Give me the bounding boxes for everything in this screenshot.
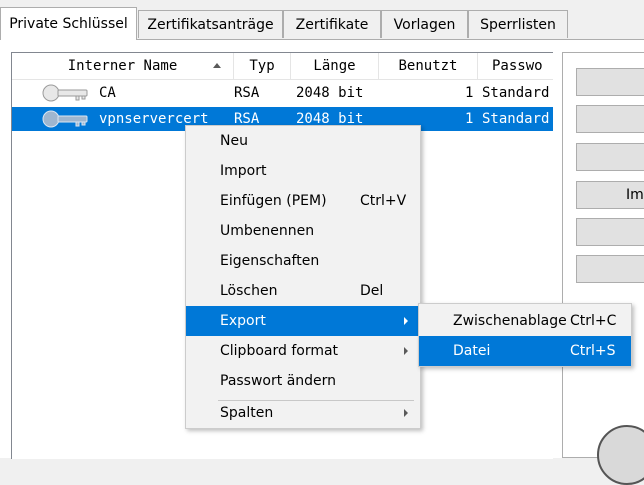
menu-item-label: Einfügen (PEM) — [220, 193, 327, 209]
column-header-label: Typ — [249, 58, 275, 74]
tab-templates[interactable]: Vorlagen — [381, 10, 468, 38]
cell-name: CA — [99, 85, 116, 101]
action-button-label: Im — [626, 187, 644, 203]
key-icon — [42, 110, 88, 128]
column-header-label: Interner Name — [67, 58, 178, 74]
column-header-length[interactable]: Länge — [291, 53, 379, 79]
import-button[interactable]: Im — [576, 181, 644, 209]
menu-item-clipboard-format[interactable]: Clipboard format — [186, 336, 420, 366]
tab-label: Vorlagen — [393, 16, 456, 33]
menu-item-label: Zwischenablage — [453, 313, 567, 329]
action-button[interactable] — [576, 218, 644, 246]
menu-item-label: Neu — [220, 133, 248, 149]
menu-item-properties[interactable]: Eigenschaften — [186, 246, 420, 276]
action-button[interactable] — [576, 143, 644, 171]
tab-bar: Private Schlüssel Zertifikatsanträge Zer… — [0, 0, 644, 40]
tab-label: Zertifikatsanträge — [147, 16, 274, 33]
tab-private-keys[interactable]: Private Schlüssel — [0, 7, 137, 40]
menu-item-label: Löschen — [220, 283, 278, 299]
key-icon — [42, 84, 88, 102]
menu-item-label: Umbenennen — [220, 223, 315, 239]
sort-ascending-icon — [213, 63, 221, 68]
menu-item-change-password[interactable]: Passwort ändern — [186, 366, 420, 396]
cell-password: Standard — [482, 85, 550, 101]
menu-item-label: Spalten — [220, 405, 274, 421]
menu-item-label: Datei — [453, 343, 491, 359]
menu-item-shortcut: Ctrl+V — [360, 193, 407, 209]
export-submenu: Zwischenablage Ctrl+C Datei Ctrl+S — [418, 303, 632, 367]
menu-item-shortcut: Del — [360, 283, 384, 299]
tab-certificates[interactable]: Zertifikate — [283, 10, 381, 38]
cell-used: 1 — [465, 85, 474, 101]
menu-item-export[interactable]: Export — [186, 306, 420, 336]
tab-label: Private Schlüssel — [9, 16, 128, 32]
action-button[interactable] — [576, 68, 644, 96]
tab-label: Sperrlisten — [480, 16, 556, 33]
list-header: Interner Name Typ Länge Benutzt Passwo — [12, 53, 553, 80]
menu-item-shortcut: Ctrl+C — [570, 313, 617, 329]
submenu-arrow-icon — [404, 409, 408, 417]
column-header-label: Länge — [313, 58, 356, 74]
menu-item-import[interactable]: Import — [186, 156, 420, 186]
menu-item-label: Import — [220, 163, 267, 179]
action-button-panel: Im — [562, 52, 644, 458]
column-header-name[interactable]: Interner Name — [12, 53, 234, 79]
menu-item-shortcut: Ctrl+S — [570, 343, 616, 359]
menu-item-export-file[interactable]: Datei Ctrl+S — [419, 336, 631, 366]
action-button[interactable] — [576, 255, 644, 283]
column-header-password[interactable]: Passwo — [478, 53, 553, 79]
context-menu: Neu Import Einfügen (PEM) Ctrl+V Umbenen… — [185, 125, 421, 429]
action-button[interactable] — [576, 105, 644, 133]
cell-type: RSA — [234, 85, 260, 101]
cell-password: Standard — [482, 111, 550, 127]
menu-item-label: Passwort ändern — [220, 373, 337, 389]
submenu-arrow-icon — [404, 347, 408, 355]
menu-item-export-clipboard[interactable]: Zwischenablage Ctrl+C — [419, 306, 631, 336]
tab-label: Zertifikate — [295, 16, 369, 33]
menu-item-label: Clipboard format — [220, 343, 339, 359]
menu-item-columns[interactable]: Spalten — [186, 398, 420, 428]
tab-certificate-requests[interactable]: Zertifikatsanträge — [138, 10, 283, 38]
column-header-used[interactable]: Benutzt — [379, 53, 478, 79]
cell-used: 1 — [465, 111, 474, 127]
menu-item-label: Export — [220, 313, 266, 329]
column-header-label: Passwo — [492, 58, 543, 74]
menu-item-paste-pem[interactable]: Einfügen (PEM) Ctrl+V — [186, 186, 420, 216]
table-row[interactable]: CA RSA 2048 bit 1 Standard — [12, 81, 553, 105]
menu-item-rename[interactable]: Umbenennen — [186, 216, 420, 246]
column-header-type[interactable]: Typ — [234, 53, 291, 79]
menu-item-new[interactable]: Neu — [186, 126, 420, 156]
logo-icon — [597, 425, 644, 485]
column-header-label: Benutzt — [398, 58, 458, 74]
cell-length: 2048 bit — [296, 85, 364, 101]
submenu-arrow-icon — [404, 317, 408, 325]
menu-item-delete[interactable]: Löschen Del — [186, 276, 420, 306]
tab-revocation-lists[interactable]: Sperrlisten — [468, 10, 568, 38]
menu-item-label: Eigenschaften — [220, 253, 320, 269]
